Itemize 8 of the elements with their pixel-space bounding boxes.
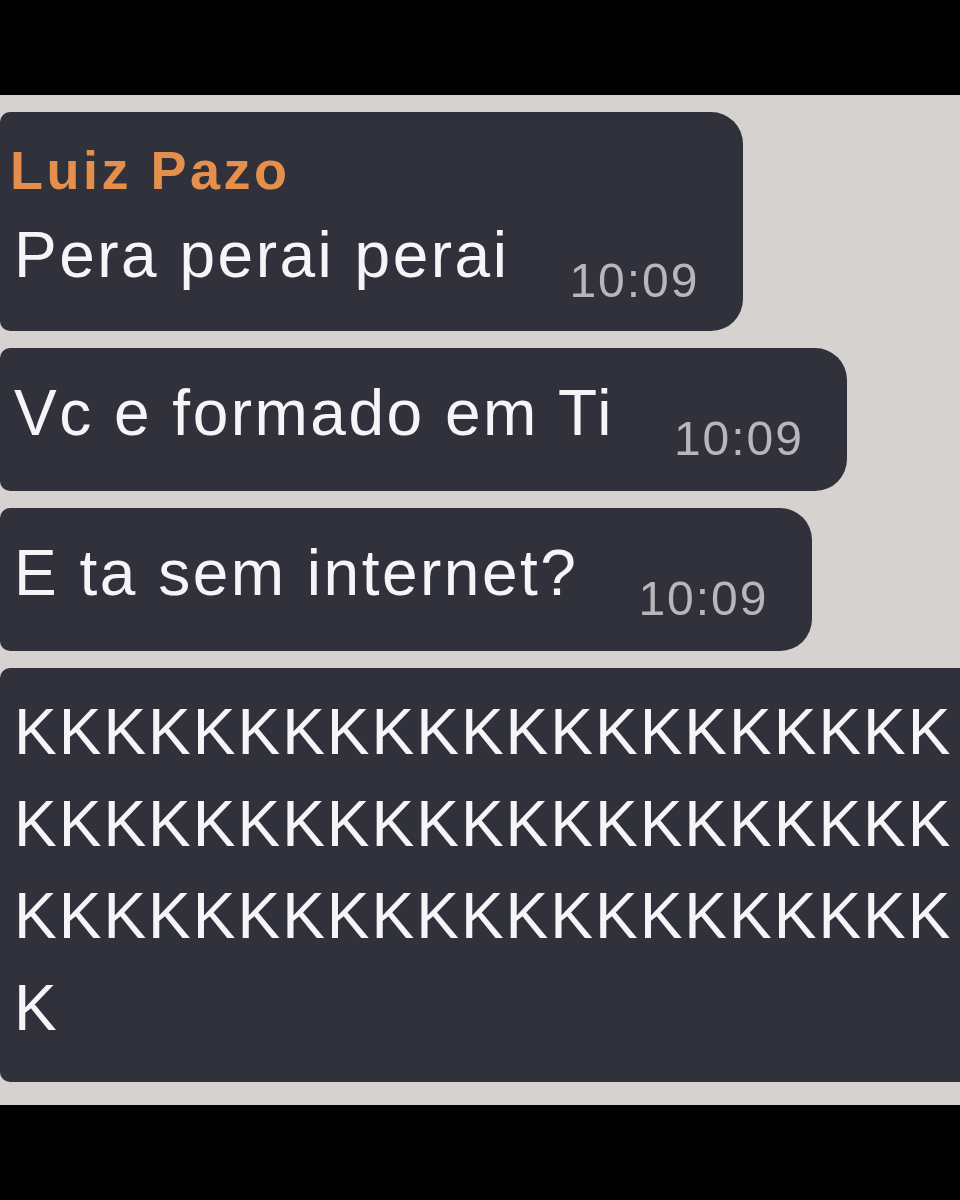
message-text: Vc e formado em Ti xyxy=(13,376,614,451)
message-time: 10:09 xyxy=(569,253,700,309)
message-text: E ta sem internet? xyxy=(13,536,579,611)
message-time: 10:09 xyxy=(638,571,769,627)
sender-name: Luiz Pazo xyxy=(10,140,292,200)
message-text: KKKKKKKKKKKKKKKKKKKKK KKKKKKKKKKKKKKKKKKKKK KKKKKKKKKKKKKKKKKKKKK K xyxy=(13,695,954,1046)
message-time: 10:09 xyxy=(673,411,804,467)
message-text: Pera perai perai xyxy=(13,218,510,293)
